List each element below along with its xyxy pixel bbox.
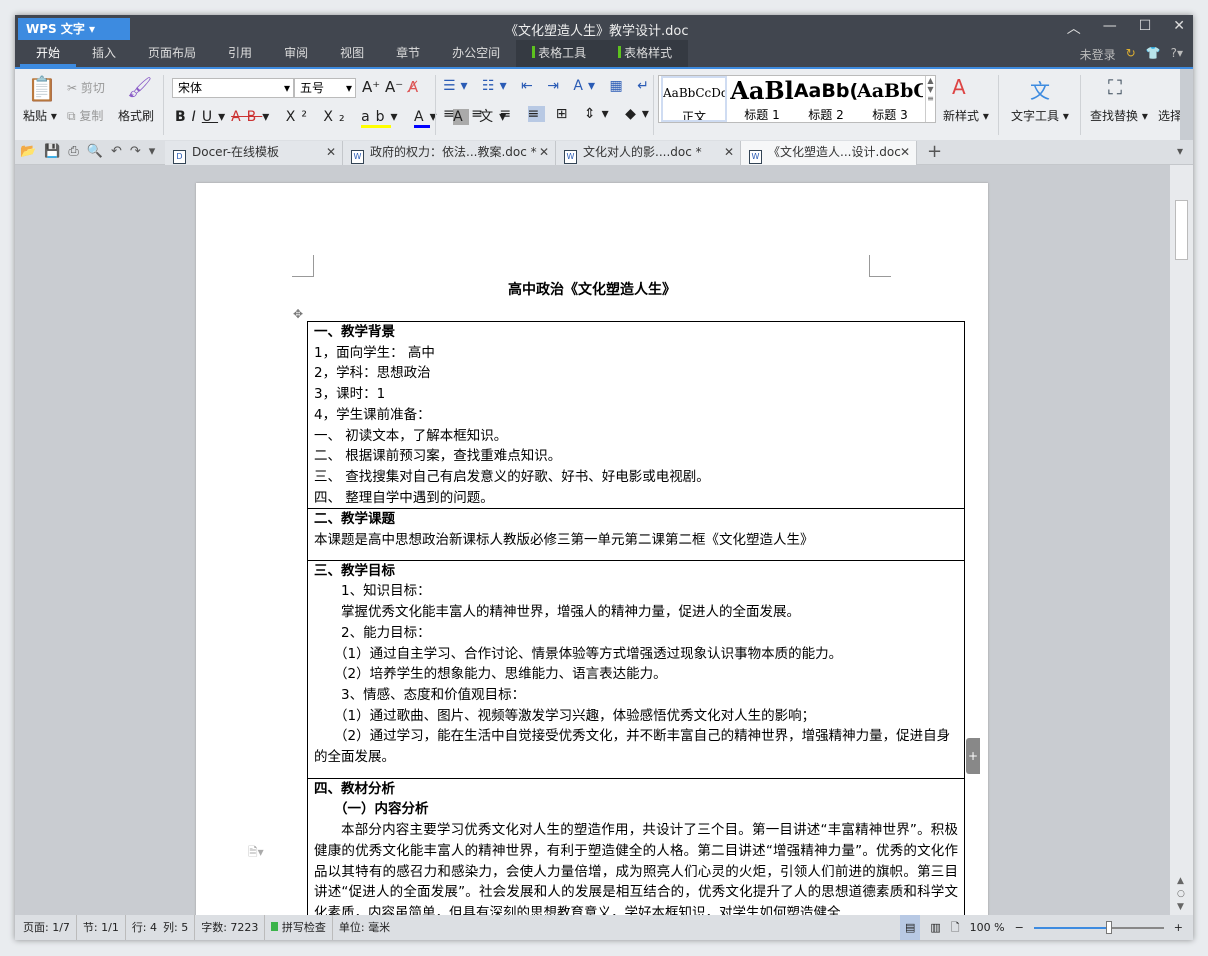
collapse-ribbon-icon[interactable]: ︿ — [1067, 18, 1081, 38]
section-topic: 二、教学课题 本课题是高中思想政治新课标人教版必修三第一单元第二课第二框《文化塑造… — [308, 509, 964, 561]
paragraph-icons-row1[interactable]: ☰▾ ☷▾ ⇤ ⇥ A▾ ▦ ↵ ▣ — [443, 78, 682, 94]
document-tab-bar: 📂 💾 ⎙ 🔍 ↶ ↷ ▾ D Docer-在线模板 ✕ W 政府的权力：依法...教案.doc … — [15, 140, 1193, 165]
style-gallery: AaBbCcDd 正文 AaBl 标题 1 AaBb(标题 2 AaBbC 标题 3 … — [658, 75, 936, 123]
app-menu-button[interactable]: WPS 文字 ▾ — [18, 18, 130, 40]
new-tab-icon[interactable]: + — [927, 141, 942, 162]
outline-view-icon[interactable]: ▥ — [930, 915, 940, 940]
status-unit[interactable]: 单位: 毫米 — [339, 915, 390, 940]
style-heading-1[interactable]: AaBl 标题 1 — [729, 76, 795, 122]
close-tab-icon[interactable]: ✕ — [326, 141, 336, 164]
status-words[interactable]: 字数: 7223 — [201, 915, 266, 940]
tab-list-icon[interactable]: ▾ — [1177, 144, 1183, 158]
document-title: 高中政治《文化塑造人生》 — [508, 282, 676, 298]
close-tab-icon[interactable]: ✕ — [724, 141, 734, 164]
quick-access-toolbar: 📂 💾 ⎙ 🔍 ↶ ↷ ▾ — [20, 144, 155, 159]
add-column-button[interactable]: + — [966, 738, 980, 774]
copy-button[interactable]: ⧉ 复制 — [67, 107, 103, 124]
status-bar: 页面: 1/7 节: 1/1 行: 4 列: 5 字数: 7223 拼写检查 单… — [15, 915, 1193, 940]
tab-docer[interactable]: D Docer-在线模板 ✕ — [165, 141, 343, 165]
help-icon[interactable]: ?▾ — [1171, 46, 1183, 63]
minimize-icon[interactable]: — — [1103, 18, 1117, 38]
scroll-thumb[interactable] — [1175, 200, 1188, 260]
lesson-table: 一、教学背景 1，面向学生： 高中 2，学科：思想政治 3，课时：1 4，学生课前准备… — [307, 321, 965, 915]
tab-home[interactable]: 开始 — [20, 40, 77, 67]
paste-icon[interactable]: 📋 — [27, 75, 57, 103]
new-style-icon[interactable]: A — [952, 75, 966, 99]
status-section: 节: 1/1 — [83, 915, 126, 940]
zoom-level[interactable]: 100 % — [970, 915, 1005, 940]
zoom-in-icon[interactable]: + — [1174, 915, 1183, 940]
tab-table-tools[interactable]: 表格工具 — [516, 40, 603, 67]
style-heading-3[interactable]: AaBbC 标题 3 — [857, 76, 923, 122]
customize-icon[interactable]: ▾ — [149, 144, 156, 159]
undo-icon[interactable]: ↶ — [111, 144, 122, 159]
login-link[interactable]: 未登录 — [1080, 46, 1116, 63]
tab-doc-2[interactable]: W 文化对人的影....doc * ✕ — [556, 141, 741, 165]
style-heading-2[interactable]: AaBb(标题 2 — [793, 76, 859, 122]
web-view-icon[interactable]: 🗋 — [951, 915, 960, 940]
format-painter-icon[interactable]: 🖌 — [127, 75, 152, 99]
close-icon[interactable]: ✕ — [1173, 18, 1185, 38]
status-row: 行: 4 — [131, 921, 158, 934]
section-material-analysis: 四、教材分析 （一）内容分析 本部分内容主要学习优秀文化对人生的塑造作用，共设计… — [308, 779, 964, 915]
style-normal[interactable]: AaBbCcDd 正文 — [661, 76, 727, 122]
font-select[interactable]: 宋体 ▾ — [172, 78, 294, 98]
tab-view[interactable]: 视图 — [324, 40, 380, 67]
section-background: 一、教学背景 1，面向学生： 高中 2，学科：思想政治 3，课时：1 4，学生课前准备… — [308, 322, 964, 510]
style-gallery-scroll[interactable]: ▲ ▼ ≡ — [925, 76, 935, 122]
find-replace-button[interactable]: 查找替换 ▾ — [1090, 107, 1148, 124]
tab-insert[interactable]: 插入 — [76, 40, 132, 67]
app-name: WPS 文字 — [26, 22, 85, 36]
spell-check-toggle[interactable]: 拼写检查 — [271, 915, 333, 940]
status-col: 列: 5 — [163, 915, 196, 940]
tab-table-style[interactable]: 表格样式 — [602, 40, 689, 67]
save-icon[interactable]: 💾 — [44, 144, 60, 159]
open-icon[interactable]: 📂 — [20, 144, 36, 159]
format-painter-button[interactable]: 格式刷 — [118, 107, 154, 124]
title-bar: WPS 文字 ▾ 《文化塑造人生》教学设计.doc ︿ — ☐ ✕ — [15, 15, 1193, 40]
table-move-handle-icon[interactable]: ✥ — [293, 307, 303, 321]
paste-button[interactable]: 粘贴 ▾ — [23, 107, 57, 124]
redo-icon[interactable]: ↷ — [130, 144, 141, 159]
print-icon[interactable]: ⎙ — [68, 144, 78, 159]
paragraph-marker-icon[interactable]: 🗎▾ — [248, 843, 264, 864]
select-button[interactable]: 选择 — [1158, 107, 1182, 124]
tab-doc-1[interactable]: W 政府的权力：依法...教案.doc * ✕ — [343, 141, 556, 165]
print-preview-icon[interactable]: 🔍 — [87, 144, 103, 159]
page-nav-icons[interactable]: ▲ ○ ▼ — [1177, 875, 1185, 914]
new-style-button[interactable]: 新样式 ▾ — [943, 107, 989, 124]
tab-review[interactable]: 审阅 — [268, 40, 324, 67]
text-tools-icon[interactable]: 文 — [1030, 75, 1050, 104]
zoom-slider[interactable] — [1033, 920, 1164, 934]
section-objectives: 三、教学目标 1、知识目标： 掌握优秀文化能丰富人的精神世界，增强人的精神力量，促… — [308, 561, 964, 779]
binoculars-icon[interactable]: ⛶ — [1108, 75, 1122, 99]
grow-font-icon[interactable]: A⁺ A⁻ A̸ — [362, 78, 418, 96]
document-page[interactable]: ✥ 高中政治《文化塑造人生》 一、教学背景 1，面向学生： 高中 2，学科：思想政… — [196, 183, 988, 915]
page-view-icon[interactable]: ▤ — [899, 915, 921, 940]
ribbon-scroll-right[interactable] — [1180, 69, 1193, 140]
zoom-out-icon[interactable]: − — [1015, 915, 1024, 940]
tab-office-space[interactable]: 办公空间 — [436, 40, 516, 67]
wps-window: WPS 文字 ▾ 《文化塑造人生》教学设计.doc ︿ — ☐ ✕ 开始 插入 页面布… — [15, 15, 1193, 940]
window-title: 《文化塑造人生》教学设计.doc — [505, 24, 689, 39]
text-tools-button[interactable]: 文字工具 ▾ — [1011, 107, 1069, 124]
font-size-select[interactable]: 五号 ▾ — [294, 78, 356, 98]
close-tab-icon[interactable]: ✕ — [539, 141, 549, 164]
maximize-icon[interactable]: ☐ — [1139, 18, 1152, 38]
tab-doc-active[interactable]: W 《文化塑造人...设计.doc ✕ — [741, 141, 917, 165]
close-tab-icon[interactable]: ✕ — [900, 141, 910, 164]
ribbon: 📋 粘贴 ▾ ✂ 剪切 ⧉ 复制 🖌 格式刷 宋体 ▾ 五号 ▾ A⁺ A⁻ A̸ … — [15, 67, 1193, 140]
sync-icon[interactable]: ↻ — [1126, 46, 1136, 63]
cut-button[interactable]: ✂ 剪切 — [67, 79, 105, 96]
tab-section[interactable]: 章节 — [380, 40, 436, 67]
status-page[interactable]: 页面: 1/7 — [23, 915, 77, 940]
menu-bar: 开始 插入 页面布局 引用 审阅 视图 章节 办公空间 表格工具 表格样式 未登… — [15, 40, 1193, 67]
tab-references[interactable]: 引用 — [212, 40, 268, 67]
document-area: ✥ 高中政治《文化塑造人生》 一、教学背景 1，面向学生： 高中 2，学科：思想政… — [15, 165, 1170, 915]
skin-icon[interactable]: 👕 — [1146, 46, 1161, 63]
vertical-scrollbar[interactable]: ▲ ○ ▼ — [1170, 165, 1193, 915]
tab-page-layout[interactable]: 页面布局 — [132, 40, 212, 67]
